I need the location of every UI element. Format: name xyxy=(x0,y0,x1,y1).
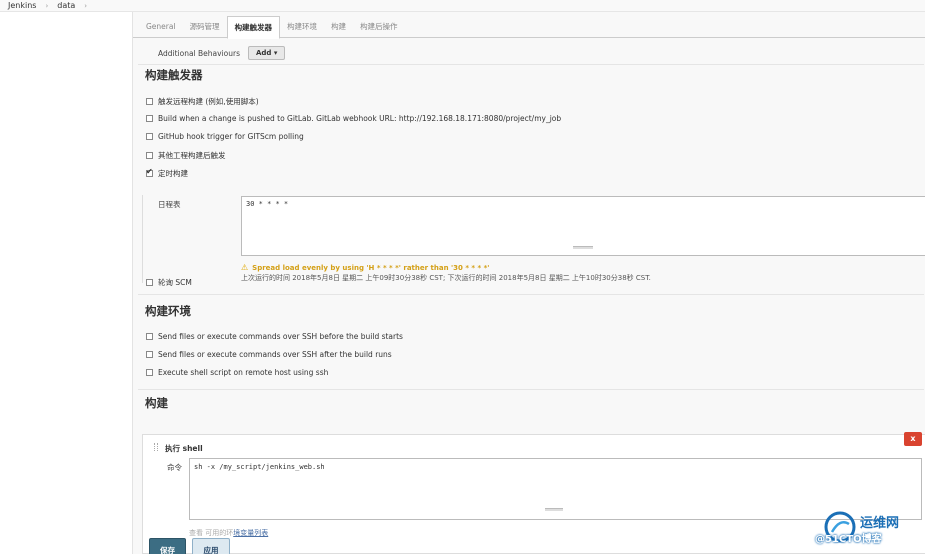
checkbox[interactable] xyxy=(146,333,153,340)
additional-behaviours-row: Additional Behaviours Add ▾ xyxy=(158,46,286,60)
tab-general[interactable]: General xyxy=(139,16,183,38)
bottom-bar: 保存 应用 xyxy=(133,524,925,554)
save-button[interactable]: 保存 xyxy=(149,538,186,554)
config-tabs: General 源码管理 构建触发器 构建环境 构建 构建后操作 xyxy=(133,16,925,39)
trigger-option-remote[interactable]: 触发远程构建 (例如,使用脚本) xyxy=(146,96,259,107)
tab-post-build[interactable]: 构建后操作 xyxy=(353,16,405,38)
breadcrumb-separator-icon: › xyxy=(84,1,88,10)
resize-handle-icon[interactable] xyxy=(573,246,593,249)
section-title-build-triggers: 构建触发器 xyxy=(145,68,203,82)
breadcrumb: Jenkins › data › xyxy=(0,0,925,12)
tab-build-triggers[interactable]: 构建触发器 xyxy=(226,16,281,39)
trigger-option-label: 触发远程构建 (例如,使用脚本) xyxy=(158,97,259,106)
divider xyxy=(138,64,924,65)
breadcrumb-jenkins[interactable]: Jenkins xyxy=(8,1,36,10)
trigger-option-label: GitHub hook trigger for GITScm polling xyxy=(158,132,304,141)
tab-scm[interactable]: 源码管理 xyxy=(183,16,227,38)
trigger-option-periodic[interactable]: 定时构建 xyxy=(146,167,188,179)
trigger-option-poll-scm[interactable]: 轮询 SCM xyxy=(146,277,192,288)
trigger-option-label: 其他工程构建后触发 xyxy=(158,151,226,160)
env-option-label: Send files or execute commands over SSH … xyxy=(158,350,392,359)
tab-build-environment[interactable]: 构建环境 xyxy=(280,16,324,38)
divider xyxy=(138,389,924,390)
warning-icon: ⚠ xyxy=(241,263,249,272)
drag-handle-icon[interactable] xyxy=(154,443,158,451)
env-option-ssh-before[interactable]: Send files or execute commands over SSH … xyxy=(146,332,403,341)
checkbox[interactable] xyxy=(146,133,153,140)
env-option-label: Execute shell script on remote host usin… xyxy=(158,368,329,377)
checkbox-checked[interactable] xyxy=(146,167,153,177)
checkbox[interactable] xyxy=(146,98,153,105)
checkbox[interactable] xyxy=(146,351,153,358)
checkbox[interactable] xyxy=(146,279,153,286)
checkbox[interactable] xyxy=(146,152,153,159)
breadcrumb-separator-icon: › xyxy=(45,1,49,10)
schedule-warning: ⚠ Spread load evenly by using 'H * * * *… xyxy=(241,263,489,272)
tab-build[interactable]: 构建 xyxy=(324,16,353,38)
divider xyxy=(138,294,924,295)
resize-handle-icon[interactable] xyxy=(545,508,563,511)
command-label: 命令 xyxy=(167,463,182,472)
delete-step-button[interactable]: x xyxy=(904,432,922,446)
trigger-option-label: 轮询 SCM xyxy=(158,278,192,287)
schedule-label: 日程表 xyxy=(158,200,181,209)
watermark-subtext: @51CTO博客 xyxy=(815,534,882,545)
build-step-title: 执行 shell xyxy=(165,444,203,453)
trigger-option-label: Build when a change is pushed to GitLab.… xyxy=(158,114,562,123)
env-option-ssh-after[interactable]: Send files or execute commands over SSH … xyxy=(146,350,392,359)
env-option-label: Send files or execute commands over SSH … xyxy=(158,332,403,341)
breadcrumb-data[interactable]: data xyxy=(57,1,75,10)
additional-behaviours-label: Additional Behaviours xyxy=(158,48,240,58)
warning-text: Spread load evenly by using 'H * * * *' … xyxy=(252,263,490,272)
trigger-option-label: 定时构建 xyxy=(158,169,188,178)
trigger-option-gitlab[interactable]: Build when a change is pushed to GitLab.… xyxy=(146,114,561,123)
config-panel: General 源码管理 构建触发器 构建环境 构建 构建后操作 Additio… xyxy=(132,12,925,554)
section-title-build-environment: 构建环境 xyxy=(145,304,191,318)
checkbox[interactable] xyxy=(146,369,153,376)
env-option-remote-shell[interactable]: Execute shell script on remote host usin… xyxy=(146,368,328,377)
trigger-option-github[interactable]: GitHub hook trigger for GITScm polling xyxy=(146,132,304,141)
schedule-run-info: 上次运行的时间 2018年5月8日 星期二 上午09时30分38秒 CST; 下… xyxy=(241,274,651,282)
checkbox[interactable] xyxy=(146,115,153,122)
apply-button[interactable]: 应用 xyxy=(192,538,230,554)
trigger-option-upstream[interactable]: 其他工程构建后触发 xyxy=(146,150,226,161)
section-title-build: 构建 xyxy=(145,396,168,410)
add-behaviour-button[interactable]: Add ▾ xyxy=(248,46,286,60)
watermark-text: 运维网 xyxy=(860,516,900,531)
